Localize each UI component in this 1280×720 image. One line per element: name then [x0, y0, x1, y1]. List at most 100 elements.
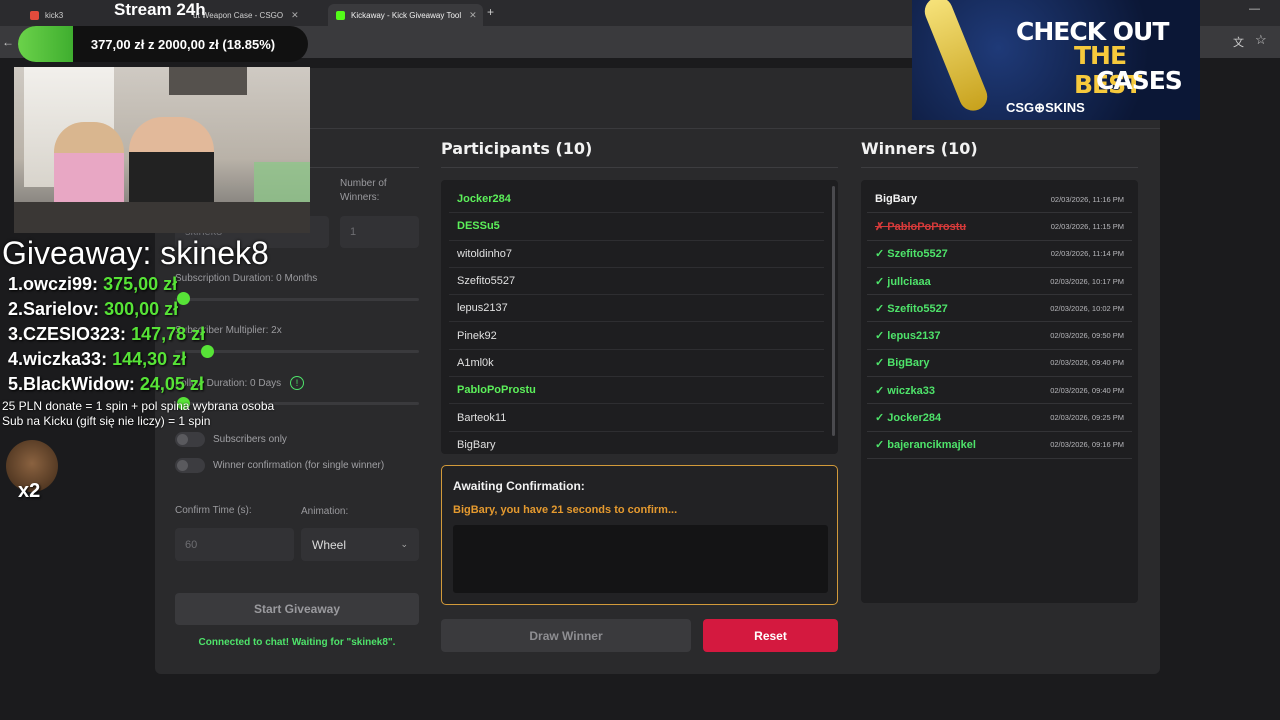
winner-row: ✓ jullciaaa 02/03/2026, 10:17 PM: [867, 268, 1132, 296]
leaderboard-row: 4.wiczka33: 144,30 zł: [8, 347, 205, 372]
tab-favicon-icon: [30, 10, 39, 20]
spin-rules: 25 PLN donate = 1 spin + pol spina wybra…: [2, 399, 274, 429]
scrollbar[interactable]: [832, 186, 835, 436]
winner-row: ✓ Szefito5527 02/03/2026, 10:02 PM: [867, 295, 1132, 323]
winner-row: ✓ lepus2137 02/03/2026, 09:50 PM: [867, 322, 1132, 350]
tab-weapon-case[interactable]: ut Weapon Case - CSGO ✕: [185, 4, 325, 26]
rule-line: Sub na Kicku (gift się nie liczy) = 1 sp…: [2, 414, 211, 428]
participant-row: PabloPoProstu: [449, 377, 824, 405]
draw-winner-button[interactable]: Draw Winner: [441, 619, 691, 652]
tab-kickaway[interactable]: Kickaway - Kick Giveaway Tool ✕: [328, 4, 483, 26]
winner-timestamp: 02/03/2026, 10:17 PM: [1050, 276, 1124, 286]
participant-row: lepus2137: [449, 295, 824, 323]
kick-favicon-icon: [336, 10, 345, 20]
leaderboard-row: 3.CZESIO323: 147,78 zł: [8, 322, 205, 347]
winner-confirmation-toggle[interactable]: [175, 458, 205, 473]
winner-name: ✓ Szefito5527: [875, 248, 948, 261]
knife-icon: [920, 0, 992, 115]
confirmation-title: Awaiting Confirmation:: [453, 479, 585, 493]
winner-name: ✓ Jocker284: [875, 412, 942, 425]
divider: [861, 167, 1138, 168]
winner-name: ✓ bajerancikmajkel: [875, 439, 976, 452]
donor-amount: 375,00 zł: [103, 274, 178, 294]
back-arrow-icon[interactable]: ←: [2, 35, 14, 49]
winner-name: ✓ BigBary: [875, 357, 930, 370]
tab-kick3[interactable]: kick3: [22, 4, 118, 26]
winner-name: BigBary: [875, 193, 918, 206]
winner-timestamp: 02/03/2026, 09:40 PM: [1050, 358, 1124, 368]
winner-row: ✗ PabloPoProstu 02/03/2026, 11:15 PM: [867, 213, 1132, 241]
winner-timestamp: 02/03/2026, 11:14 PM: [1050, 249, 1124, 259]
translate-icon[interactable]: 文: [1233, 34, 1244, 50]
webcam-wall-picture: [169, 67, 247, 95]
start-giveaway-button[interactable]: Start Giveaway: [175, 593, 419, 625]
participant-row: Pinek92: [449, 322, 824, 350]
donation-goal-bar: 377,00 zł z 2000,00 zł (18.85%): [18, 26, 308, 62]
participant-row: Jocker284: [449, 186, 824, 214]
winner-name: ✗ PabloPoProstu: [875, 220, 967, 233]
winner-timestamp: 02/03/2026, 10:02 PM: [1050, 303, 1124, 313]
info-icon[interactable]: !: [290, 376, 304, 390]
close-icon[interactable]: ✕: [291, 10, 299, 21]
subscribers-only-toggle[interactable]: [175, 432, 205, 447]
participants-list: Jocker284 DESSu5 witoldinho7 Szefito5527 lep…: [441, 180, 838, 454]
donor-amount: 300,00 zł: [104, 299, 179, 319]
donor-amount: 144,30 zł: [112, 349, 187, 369]
ad-brand: CSG⊕SKINS: [1006, 100, 1085, 115]
winners-count-label: Number of Winners:: [340, 178, 387, 203]
participants-title: Participants (10): [441, 139, 593, 158]
sponsor-ad-banner[interactable]: CHECK OUT THE BEST CASES CSG⊕SKINS: [912, 0, 1200, 120]
participant-row: DESSu5: [449, 213, 824, 241]
donor-name: 3.CZESIO323:: [8, 324, 127, 344]
animation-select[interactable]: Wheel ⌄: [301, 528, 419, 561]
donation-leaderboard: 1.owczi99: 375,00 zł 2.Sarielov: 300,00 z…: [8, 272, 205, 397]
toggle-knob: [177, 460, 188, 471]
participant-row: A1ml0k: [449, 350, 824, 378]
winner-row: ✓ bajerancikmajkel 02/03/2026, 09:16 PM: [867, 432, 1132, 459]
leaderboard-row: 5.BlackWidow: 24,05 zł: [8, 372, 205, 397]
confirm-time-label: Confirm Time (s):: [175, 505, 252, 516]
connection-status: Connected to chat! Waiting for "skinek8"…: [198, 637, 396, 648]
winner-timestamp: 02/03/2026, 11:16 PM: [1050, 194, 1124, 204]
winner-confirmation-label: Winner confirmation (for single winner): [213, 460, 385, 471]
winner-name: ✓ jullciaaa: [875, 275, 931, 288]
winner-name: ✓ Szefito5527: [875, 302, 948, 315]
leaderboard-row: 2.Sarielov: 300,00 zł: [8, 297, 205, 322]
webcam-overlay: [14, 67, 310, 233]
cursor-dot: [201, 345, 214, 358]
confirmation-message: BigBary, you have 21 seconds to confirm.…: [453, 504, 678, 516]
animation-label: Animation:: [301, 506, 349, 517]
goal-text: 377,00 zł z 2000,00 zł (18.85%): [90, 36, 276, 52]
bookmark-star-icon[interactable]: ☆: [1255, 32, 1267, 48]
reset-button[interactable]: Reset: [703, 619, 838, 652]
winner-timestamp: 02/03/2026, 09:16 PM: [1050, 440, 1124, 450]
participant-row: witoldinho7: [449, 241, 824, 268]
minimize-button[interactable]: —: [1249, 3, 1260, 15]
rule-line: 25 PLN donate = 1 spin + pol spina wybra…: [2, 399, 275, 413]
giveaway-title-overlay: Giveaway: skinek8: [2, 235, 269, 271]
winner-timestamp: 02/03/2026, 09:50 PM: [1050, 331, 1124, 341]
donor-amount: 147,78 zł: [131, 324, 206, 344]
close-icon[interactable]: ✕: [469, 10, 477, 21]
confirm-time-input[interactable]: 60: [175, 528, 294, 561]
donor-name: 4.wiczka33:: [8, 349, 108, 369]
participant-row: Barteok11: [449, 404, 824, 432]
winners-list: BigBary 02/03/2026, 11:16 PM ✗ PabloPoPros…: [861, 180, 1138, 603]
emote-multiplier: x2: [18, 480, 41, 502]
winner-row: ✓ Jocker284 02/03/2026, 09:25 PM: [867, 404, 1132, 432]
tab-label: Kickaway - Kick Giveaway Tool: [351, 10, 462, 20]
participant-row: Szefito5527: [449, 268, 824, 296]
webcam-desk: [14, 202, 310, 233]
divider: [441, 167, 838, 168]
participant-row: BigBary: [449, 432, 824, 454]
winner-timestamp: 02/03/2026, 09:25 PM: [1050, 413, 1124, 423]
winners-count-input[interactable]: 1: [340, 216, 419, 248]
donor-name: 2.Sarielov:: [8, 299, 100, 319]
sub-duration-slider[interactable]: [175, 298, 419, 301]
new-tab-button[interactable]: +: [487, 5, 494, 19]
donor-amount: 24,05 zł: [139, 374, 204, 394]
winner-name: ✓ wiczka33: [875, 384, 935, 397]
winner-timestamp: 02/03/2026, 09:40 PM: [1050, 385, 1124, 395]
chevron-down-icon: ⌄: [400, 539, 408, 549]
winners-title: Winners (10): [861, 139, 978, 158]
